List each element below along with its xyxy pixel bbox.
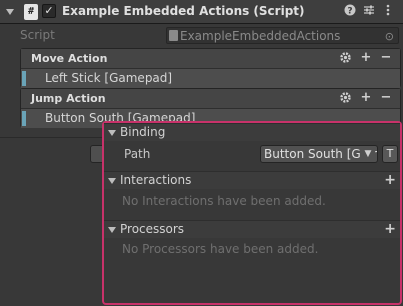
script-object-field[interactable]: ExampleEmbeddedActions ⊙: [166, 27, 399, 44]
script-label: Script: [20, 28, 55, 42]
move-action-box: Move Action + − Left Stick [Gamepad]: [20, 48, 401, 88]
processors-section-header[interactable]: Processors +: [104, 220, 400, 238]
gear-icon[interactable]: [338, 51, 352, 65]
binding-section-header[interactable]: Binding: [104, 123, 400, 141]
move-action-title: Move Action: [31, 52, 108, 65]
more-menu-icon[interactable]: [381, 4, 395, 18]
foldout-arrow-icon: [108, 130, 116, 136]
move-action-header: Move Action + −: [21, 49, 400, 69]
component-header: # ✓ Example Embedded Actions (Script) ?: [0, 0, 403, 24]
foldout-arrow-icon[interactable]: [6, 9, 14, 15]
foldout-arrow-icon: [108, 227, 116, 233]
dropdown-arrow-icon: ▼: [361, 146, 375, 162]
processors-empty-message: No Processors have been added.: [122, 242, 319, 256]
script-file-icon: [169, 30, 178, 41]
row-indicator: [22, 71, 26, 86]
binding-section-title: Binding: [120, 125, 166, 139]
remove-action-icon[interactable]: −: [379, 51, 393, 65]
move-binding-row[interactable]: Left Stick [Gamepad]: [21, 69, 400, 88]
interactions-section-header[interactable]: Interactions +: [104, 171, 400, 189]
script-field-value: ExampleEmbeddedActions: [180, 29, 341, 43]
jump-action-header: Jump Action + −: [21, 89, 400, 109]
foldout-arrow-icon: [108, 178, 116, 184]
divider: [0, 137, 103, 138]
svg-text:?: ?: [347, 7, 352, 17]
help-icon[interactable]: ?: [343, 4, 357, 18]
component-enabled-checkbox[interactable]: ✓: [42, 4, 56, 18]
move-binding-label: Left Stick [Gamepad]: [45, 71, 173, 85]
interactions-section-title: Interactions: [120, 173, 192, 187]
path-dropdown[interactable]: Button South [Gamepad] ▼: [260, 145, 378, 163]
add-binding-icon[interactable]: +: [359, 51, 373, 65]
add-binding-icon[interactable]: +: [359, 91, 373, 105]
add-interaction-icon[interactable]: +: [384, 172, 396, 188]
remove-action-icon[interactable]: −: [379, 91, 393, 105]
path-label: Path: [124, 147, 151, 161]
text-mode-button[interactable]: T: [382, 145, 398, 163]
interactions-empty-message: No Interactions have been added.: [122, 194, 326, 208]
add-processor-icon[interactable]: +: [384, 221, 396, 237]
script-icon: #: [24, 4, 38, 20]
object-picker-icon[interactable]: ⊙: [385, 30, 394, 43]
row-indicator: [22, 111, 26, 126]
settings-sliders-icon[interactable]: [362, 4, 376, 18]
binding-properties-popup: Binding Path Button South [Gamepad] ▼ T …: [102, 121, 402, 305]
component-title: Example Embedded Actions (Script): [62, 4, 305, 18]
jump-action-title: Jump Action: [31, 92, 106, 105]
processors-section-title: Processors: [120, 222, 185, 236]
gear-icon[interactable]: [338, 91, 352, 105]
